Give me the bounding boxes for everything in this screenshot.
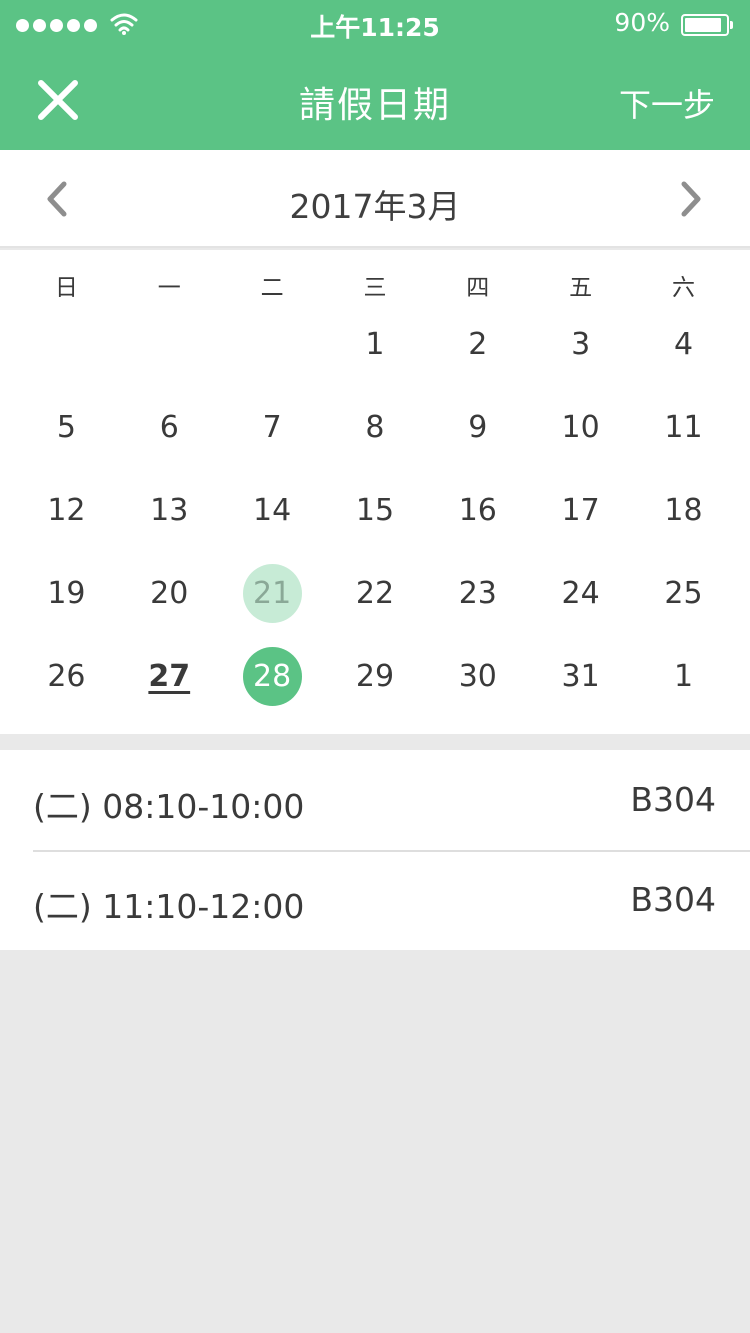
session-room: B304 bbox=[630, 880, 716, 919]
day-cell[interactable]: 18 bbox=[632, 469, 735, 552]
day-cell[interactable]: 23 bbox=[426, 552, 529, 635]
battery-icon bbox=[681, 14, 733, 36]
day-number: 2 bbox=[468, 327, 488, 362]
days-grid: 1 2 3 4 5 6 7 8 9 10 11 12 13 14 15 16 17 18 19 20 21 22 23 24 2… bbox=[15, 303, 735, 718]
month-label: 2017年3月 bbox=[289, 187, 461, 226]
day-number: 25 bbox=[664, 576, 703, 611]
status-bar: 上午11:25 90% bbox=[0, 0, 750, 50]
day-number: 13 bbox=[150, 493, 189, 528]
day-cell[interactable]: 20 bbox=[118, 552, 221, 635]
day-cell[interactable]: 26 bbox=[15, 635, 118, 718]
day-number: 15 bbox=[355, 493, 395, 528]
day-cell[interactable]: 8 bbox=[324, 386, 427, 469]
weekday-label: 四 bbox=[466, 275, 490, 301]
day-number: 6 bbox=[159, 410, 179, 445]
weekday-label: 日 bbox=[54, 275, 78, 301]
day-number: 16 bbox=[458, 493, 497, 528]
day-number: 20 bbox=[150, 576, 189, 611]
day-cell[interactable]: 28 bbox=[221, 635, 324, 718]
day-cell[interactable]: 3 bbox=[529, 303, 632, 386]
session-list: (二) 08:10-10:00 B304 (二) 11:10-12:00 B30… bbox=[0, 750, 750, 950]
day-cell[interactable]: 13 bbox=[118, 469, 221, 552]
empty-day-cell bbox=[118, 303, 221, 386]
day-number bbox=[243, 315, 302, 374]
month-navigator: 2017年3月 bbox=[0, 150, 750, 248]
day-cell[interactable]: 22 bbox=[324, 552, 427, 635]
day-number: 26 bbox=[47, 659, 86, 694]
weekday-label: 二 bbox=[260, 275, 284, 301]
day-number: 18 bbox=[664, 493, 703, 528]
session-time: (二) 08:10-10:00 bbox=[33, 787, 305, 826]
day-cell[interactable]: 7 bbox=[221, 386, 324, 469]
day-number: 28 bbox=[242, 647, 302, 706]
battery-percentage: 90% bbox=[614, 8, 670, 37]
day-cell[interactable]: 9 bbox=[426, 386, 529, 469]
calendar-grid: 日一二三四五六 1 2 3 4 5 6 7 8 9 10 11 12 13 14 15 16 17 18 19 20 2… bbox=[0, 250, 750, 734]
day-number: 17 bbox=[561, 493, 600, 528]
day-cell[interactable]: 27 bbox=[118, 635, 221, 718]
day-cell[interactable]: 16 bbox=[426, 469, 529, 552]
day-cell[interactable]: 31 bbox=[529, 635, 632, 718]
next-step-button[interactable]: 下一步 bbox=[619, 80, 715, 126]
day-number: 23 bbox=[458, 576, 497, 611]
weekday-label: 六 bbox=[671, 275, 695, 301]
day-number: 4 bbox=[673, 327, 694, 362]
day-number: 27 bbox=[148, 659, 191, 694]
day-number: 3 bbox=[571, 327, 591, 362]
empty-day-cell bbox=[15, 303, 118, 386]
day-cell[interactable]: 2 bbox=[426, 303, 529, 386]
day-cell[interactable]: 11 bbox=[632, 386, 735, 469]
session-room: B304 bbox=[630, 780, 716, 819]
day-cell[interactable]: 5 bbox=[15, 386, 118, 469]
day-number: 10 bbox=[561, 410, 600, 445]
day-cell[interactable]: 10 bbox=[529, 386, 632, 469]
day-number bbox=[37, 315, 96, 374]
weekday-label: 五 bbox=[569, 275, 593, 301]
day-cell[interactable]: 19 bbox=[15, 552, 118, 635]
day-cell[interactable]: 29 bbox=[324, 635, 427, 718]
day-cell[interactable]: 6 bbox=[118, 386, 221, 469]
day-number: 1 bbox=[365, 327, 385, 362]
day-cell[interactable]: 15 bbox=[324, 469, 427, 552]
day-cell[interactable]: 21 bbox=[221, 552, 324, 635]
day-number: 7 bbox=[262, 410, 282, 445]
day-cell[interactable]: 14 bbox=[221, 469, 324, 552]
chevron-right-icon[interactable] bbox=[676, 178, 708, 220]
day-number: 21 bbox=[242, 564, 302, 623]
day-cell[interactable]: 17 bbox=[529, 469, 632, 552]
session-time: (二) 11:10-12:00 bbox=[33, 887, 305, 926]
battery-level bbox=[685, 18, 721, 32]
day-number bbox=[140, 315, 199, 374]
day-number: 22 bbox=[355, 576, 395, 611]
day-number: 19 bbox=[47, 576, 86, 611]
day-number: 9 bbox=[468, 410, 488, 445]
day-number: 24 bbox=[561, 576, 600, 611]
day-number: 8 bbox=[365, 410, 385, 445]
day-cell[interactable]: 1 bbox=[324, 303, 427, 386]
weekday-label: 三 bbox=[363, 275, 387, 301]
weekday-label: 一 bbox=[157, 275, 181, 301]
session-item[interactable]: (二) 11:10-12:00 B304 bbox=[0, 850, 750, 950]
empty-day-cell bbox=[221, 303, 324, 386]
day-cell[interactable]: 12 bbox=[15, 469, 118, 552]
day-number: 30 bbox=[458, 659, 497, 694]
day-number: 31 bbox=[561, 659, 600, 694]
day-cell[interactable]: 4 bbox=[632, 303, 735, 386]
weekday-header: 日一二三四五六 bbox=[15, 268, 735, 301]
day-number: 5 bbox=[56, 410, 76, 445]
day-cell[interactable]: 25 bbox=[632, 552, 735, 635]
day-number: 14 bbox=[253, 493, 292, 528]
day-cell[interactable]: 24 bbox=[529, 552, 632, 635]
day-number: 1 bbox=[673, 659, 694, 694]
day-number: 12 bbox=[47, 493, 86, 528]
session-item[interactable]: (二) 08:10-10:00 B304 bbox=[0, 750, 750, 850]
day-number: 11 bbox=[664, 410, 703, 445]
day-cell[interactable]: 1 bbox=[632, 635, 735, 718]
day-cell[interactable]: 30 bbox=[426, 635, 529, 718]
app-header: 上午11:25 90% 請假日期 下一步 bbox=[0, 0, 750, 150]
day-number: 29 bbox=[355, 659, 395, 694]
